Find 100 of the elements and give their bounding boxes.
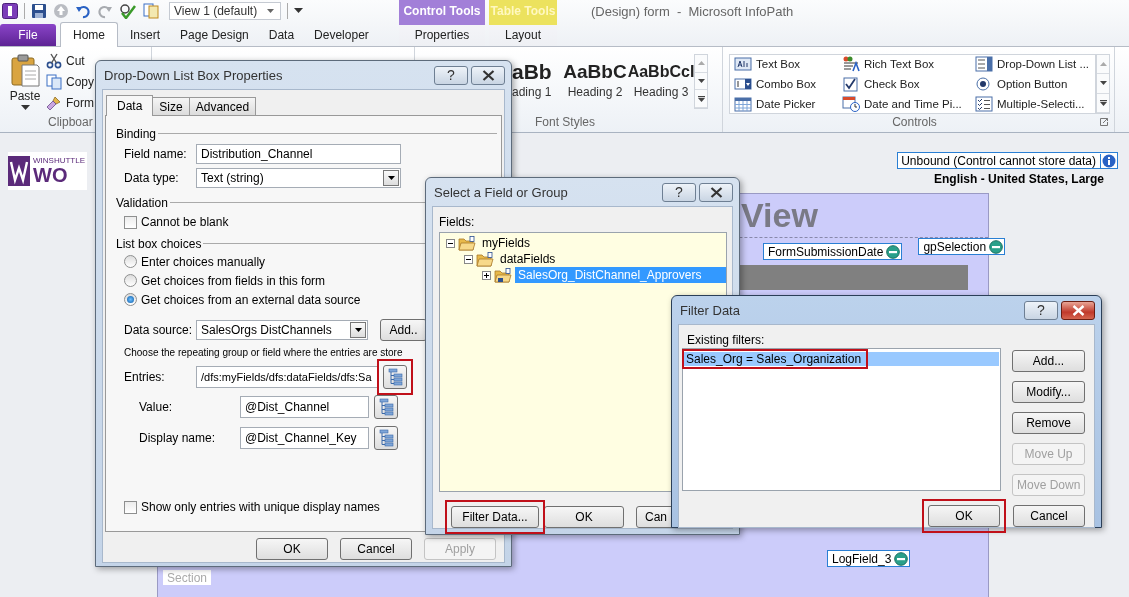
- info-icon[interactable]: [1100, 153, 1117, 168]
- radio-button[interactable]: [124, 293, 137, 306]
- close-button[interactable]: [471, 65, 505, 85]
- control-gallery-item[interactable]: Text Box: [734, 54, 842, 74]
- ribbon-tab[interactable]: Home: [60, 22, 118, 47]
- collapse-icon[interactable]: [446, 238, 455, 248]
- scroll-down-icon[interactable]: [697, 79, 705, 83]
- dialog-tab[interactable]: Advanced: [188, 97, 257, 115]
- dropdown-button[interactable]: [383, 170, 399, 186]
- dropdown-arrow-icon[interactable]: [20, 105, 30, 111]
- group-label: Controls: [891, 114, 938, 130]
- dialog-button[interactable]: OK: [544, 506, 624, 528]
- dialog-button[interactable]: Remove: [1012, 412, 1085, 434]
- dialog-launcher-icon[interactable]: [1100, 118, 1108, 126]
- close-button[interactable]: [699, 182, 733, 202]
- dialog-tab[interactable]: Data: [106, 95, 154, 116]
- control-gallery-item[interactable]: Multiple-Selecti...: [975, 94, 1099, 114]
- field-picker-button[interactable]: [383, 364, 407, 389]
- group-label: Font Styles: [534, 114, 597, 130]
- option-button-icon[interactable]: [975, 76, 993, 92]
- expand-icon[interactable]: [482, 270, 491, 280]
- dialog-button[interactable]: Cancel: [340, 538, 412, 560]
- tree-item[interactable]: dataFields: [497, 251, 559, 267]
- dialog-tab[interactable]: Size: [152, 97, 190, 115]
- clipboard-button[interactable]: Copy: [46, 73, 94, 91]
- clipboard-button[interactable]: Form: [46, 94, 94, 112]
- add-button[interactable]: Add..: [380, 319, 427, 341]
- dropdown-field[interactable]: Text (string): [196, 168, 401, 188]
- app-icon[interactable]: [2, 2, 18, 19]
- help-button[interactable]: ?: [434, 65, 468, 85]
- view-selector[interactable]: View 1 (default): [169, 1, 281, 20]
- dialog-button[interactable]: OK: [256, 538, 328, 560]
- remove-icon[interactable]: [894, 551, 909, 566]
- control-gallery-item[interactable]: Check Box: [842, 74, 975, 94]
- control-gallery-item[interactable]: Combo Box: [734, 74, 842, 94]
- control-gallery-item[interactable]: Option Button: [975, 74, 1099, 94]
- dialog-button[interactable]: Filter Data...: [451, 506, 539, 528]
- copy-icon[interactable]: [46, 74, 62, 90]
- dropdown-field[interactable]: SalesOrgs DistChannels: [196, 320, 368, 340]
- ribbon-tab[interactable]: Data: [260, 23, 303, 46]
- checkbox[interactable]: [124, 215, 137, 229]
- checkbox[interactable]: [124, 500, 137, 514]
- control-gallery-item[interactable]: Date Picker: [734, 94, 842, 114]
- checkbox-option[interactable]: Cannot be blank: [124, 215, 229, 229]
- help-button[interactable]: ?: [1024, 300, 1058, 320]
- control-gallery-item[interactable]: Drop-Down List ...: [975, 54, 1099, 74]
- rich-text-icon[interactable]: [842, 56, 860, 72]
- folder-icon: [476, 251, 494, 267]
- more-icon[interactable]: [1099, 99, 1107, 106]
- text-box-icon[interactable]: [734, 56, 752, 72]
- dialog-button[interactable]: Add...: [1012, 350, 1085, 372]
- field-picker-button[interactable]: [374, 394, 398, 419]
- spelling-check-icon[interactable]: [119, 2, 137, 19]
- field-tree-icon: [387, 367, 403, 386]
- style-gallery-item[interactable]: aBb ading 1: [512, 54, 562, 109]
- collapse-icon[interactable]: [464, 254, 473, 264]
- filter-item[interactable]: Sales_Org = Sales_Organization: [684, 352, 999, 366]
- text-field[interactable]: /dfs:myFields/dfs:dataFields/dfs:Sa: [196, 365, 378, 388]
- calendar-icon[interactable]: [734, 96, 752, 112]
- paste-button[interactable]: Paste: [8, 50, 42, 112]
- combo-box-icon[interactable]: [734, 76, 752, 92]
- remove-icon[interactable]: [886, 244, 901, 259]
- dropdown-button[interactable]: [350, 322, 366, 338]
- dialog-button[interactable]: Cancel: [1013, 505, 1085, 527]
- folder-icon: [494, 267, 512, 283]
- scissors-icon[interactable]: [46, 53, 62, 69]
- control-gallery-item[interactable]: Date and Time Pi...: [842, 94, 975, 114]
- help-button[interactable]: ?: [662, 182, 696, 202]
- paintbrush-icon[interactable]: [46, 95, 62, 111]
- checklist-icon[interactable]: [975, 96, 993, 112]
- radio-button[interactable]: [124, 274, 137, 287]
- preview-icon[interactable]: [143, 2, 159, 19]
- control-gallery-item[interactable]: Rich Text Box: [842, 54, 975, 74]
- save-icon[interactable]: [31, 2, 47, 19]
- dialog-title: Filter Data: [679, 302, 740, 318]
- tree-item[interactable]: myFields: [479, 235, 533, 251]
- ribbon-tab[interactable]: Developer: [306, 23, 377, 46]
- ribbon-tab[interactable]: Page Design: [172, 23, 257, 46]
- checkbox-icon[interactable]: [842, 76, 860, 92]
- field-label: Display name:: [139, 430, 217, 445]
- field-picker-button[interactable]: [374, 425, 398, 450]
- drop-down-list-icon[interactable]: [975, 56, 993, 72]
- file-tab[interactable]: File: [0, 24, 56, 46]
- clipboard-button[interactable]: Cut: [46, 52, 94, 70]
- text-field[interactable]: @Dist_Channel: [240, 395, 369, 418]
- calendar-clock-icon[interactable]: [842, 96, 860, 112]
- style-gallery-item[interactable]: AaBbC Heading 2: [562, 54, 628, 109]
- radio-button[interactable]: [124, 255, 137, 268]
- dialog-button[interactable]: OK: [928, 505, 1000, 527]
- dialog-button[interactable]: Modify...: [1012, 381, 1085, 403]
- text-field[interactable]: @Dist_Channel_Key: [240, 426, 369, 449]
- style-gallery-item[interactable]: AaBbCcI Heading 3: [628, 54, 694, 109]
- close-button[interactable]: [1061, 300, 1095, 320]
- scroll-down-icon[interactable]: [1099, 81, 1107, 86]
- customize-arrow-icon[interactable]: [294, 7, 303, 14]
- text-field[interactable]: Distribution_Channel: [196, 144, 401, 164]
- clipboard-icon[interactable]: [10, 53, 40, 87]
- more-icon[interactable]: [697, 95, 705, 102]
- remove-icon[interactable]: [989, 239, 1004, 254]
- ribbon-tab[interactable]: Insert: [122, 23, 169, 46]
